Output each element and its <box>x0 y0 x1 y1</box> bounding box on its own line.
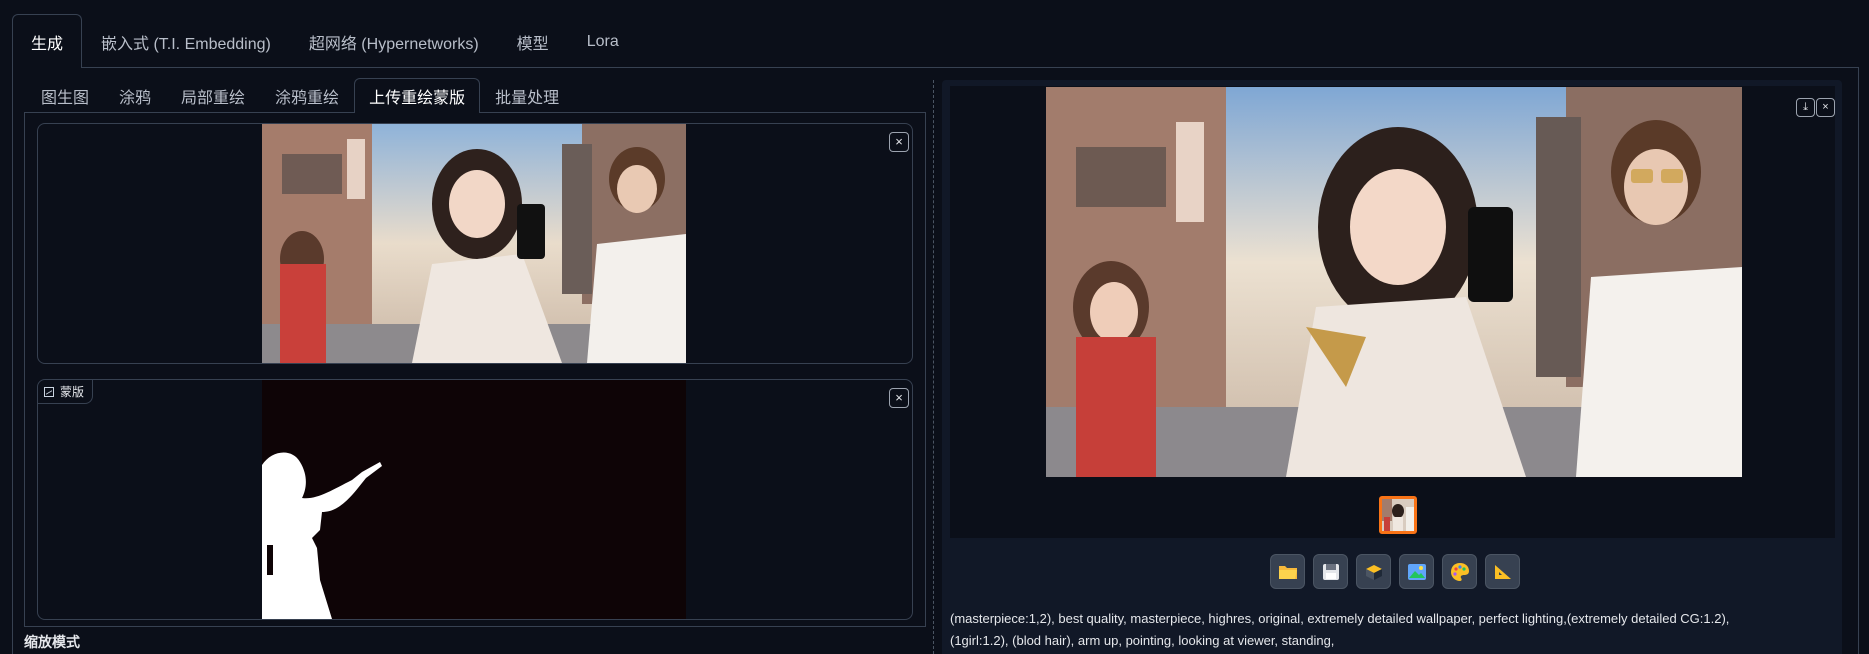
clear-source-image-button[interactable]: × <box>889 132 909 152</box>
generation-info: (masterpiece:1,2), best quality, masterp… <box>950 608 1830 652</box>
tab-models[interactable]: 模型 <box>498 14 568 68</box>
output-gallery: ⤓ × <box>950 86 1835 538</box>
column-divider[interactable] <box>933 80 934 654</box>
tab-sketch[interactable]: 涂鸦 <box>104 78 166 113</box>
output-toolbar <box>1270 554 1520 589</box>
tab-inpaint-upload[interactable]: 上传重绘蒙版 <box>354 78 481 113</box>
gallery-thumbnail[interactable] <box>1379 496 1417 534</box>
output-image[interactable] <box>1046 87 1742 477</box>
mask-image <box>262 380 686 619</box>
send-to-inpaint-button[interactable] <box>1442 554 1477 589</box>
source-image-box[interactable]: × <box>37 123 913 364</box>
open-folder-button[interactable] <box>1270 554 1305 589</box>
thumbnail-image <box>1382 499 1414 531</box>
palette-icon <box>1450 562 1469 581</box>
tab-img2img[interactable]: 图生图 <box>26 78 104 113</box>
mask-label: 蒙版 <box>38 380 94 404</box>
app-root: 生成 嵌入式 (T.I. Embedding) 超网络 (Hypernetwor… <box>0 0 1869 654</box>
scale-mode-label: 缩放模式 <box>24 634 80 650</box>
main-tabs: 生成 嵌入式 (T.I. Embedding) 超网络 (Hypernetwor… <box>12 14 638 68</box>
source-image <box>262 124 686 363</box>
tab-inpaint-sketch[interactable]: 涂鸦重绘 <box>260 78 354 113</box>
output-column: ⤓ × (masterpiece:1,2), best quality, mas… <box>942 80 1842 654</box>
tab-batch[interactable]: 批量处理 <box>480 78 574 113</box>
tab-embedding[interactable]: 嵌入式 (T.I. Embedding) <box>82 14 290 68</box>
close-gallery-button[interactable]: × <box>1816 98 1835 117</box>
image-icon <box>1407 563 1426 580</box>
prompt-line-1: (masterpiece:1,2), best quality, masterp… <box>950 611 1730 626</box>
download-button[interactable]: ⤓ <box>1796 98 1815 117</box>
tab-hypernetworks[interactable]: 超网络 (Hypernetworks) <box>290 14 498 68</box>
tab-generate[interactable]: 生成 <box>12 14 83 68</box>
save-button[interactable] <box>1313 554 1348 589</box>
folder-icon <box>1278 565 1297 579</box>
send-to-img2img-button[interactable] <box>1399 554 1434 589</box>
mask-label-text: 蒙版 <box>60 385 85 399</box>
clear-mask-image-button[interactable]: × <box>889 388 909 408</box>
mask-image-box[interactable]: 蒙版 × <box>37 379 913 620</box>
tab-inpaint[interactable]: 局部重绘 <box>166 78 260 113</box>
ruler-icon <box>1494 564 1511 579</box>
send-to-extras-button[interactable] <box>1485 554 1520 589</box>
archive-icon <box>1365 564 1382 580</box>
image-icon <box>44 386 54 397</box>
inpaint-upload-panel: × 蒙版 × <box>24 112 926 627</box>
tab-lora[interactable]: Lora <box>568 14 638 68</box>
zip-button[interactable] <box>1356 554 1391 589</box>
save-icon <box>1322 563 1339 580</box>
img2img-tabs: 图生图 涂鸦 局部重绘 涂鸦重绘 上传重绘蒙版 批量处理 <box>26 78 574 113</box>
prompt-line-2: (1girl:1.2), (blod hair), arm up, pointi… <box>950 633 1335 648</box>
